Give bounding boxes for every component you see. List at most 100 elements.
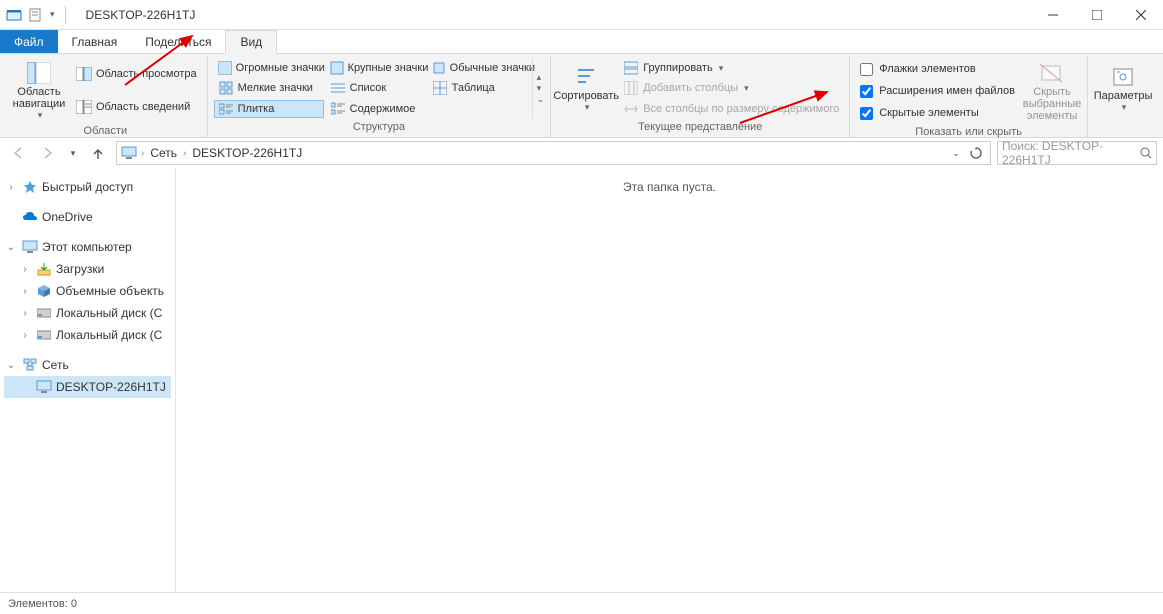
downloads-icon: [36, 261, 52, 277]
options-icon: [1109, 64, 1137, 90]
close-button[interactable]: [1119, 0, 1163, 30]
disk-icon: [36, 305, 52, 321]
group-label-layout: Структура: [214, 119, 545, 135]
navigation-pane-button[interactable]: Область навигации: [10, 58, 68, 123]
star-icon: [22, 179, 38, 195]
content-icon: [330, 101, 346, 117]
layout-tiles[interactable]: Плитка: [214, 100, 324, 118]
recent-dropdown[interactable]: ▾: [66, 141, 80, 165]
sort-icon: [572, 64, 600, 90]
expander-icon[interactable]: ›: [4, 182, 18, 193]
layout-large[interactable]: Крупные значки: [326, 59, 426, 77]
tab-home[interactable]: Главная: [58, 30, 132, 53]
ribbon: Область навигации Область просмотра Обла…: [0, 54, 1163, 138]
crumb-network[interactable]: Сеть: [148, 146, 179, 160]
layout-scroll-up[interactable]: ▴: [537, 72, 545, 83]
detailspane-icon: [76, 99, 92, 115]
size-columns-button[interactable]: Все столбцы по размеру содержимого: [619, 100, 843, 118]
tree-local-disk-c[interactable]: › Локальный диск (С: [4, 302, 171, 324]
tab-file[interactable]: Файл: [0, 30, 58, 53]
pc-icon: [36, 379, 52, 395]
maximize-button[interactable]: [1075, 0, 1119, 30]
crumb-sep[interactable]: ›: [141, 148, 144, 159]
tree-local-disk-d[interactable]: › Локальный диск (С: [4, 324, 171, 346]
layout-content[interactable]: Содержимое: [326, 100, 426, 118]
tree-quick-access[interactable]: › Быстрый доступ: [4, 176, 171, 198]
expander-icon[interactable]: ⌄: [4, 242, 18, 253]
checkbox-extensions-input[interactable]: [860, 85, 873, 98]
statusbar: Элементов: 0: [0, 592, 1163, 614]
tab-share[interactable]: Поделиться: [131, 30, 225, 53]
tiles-icon: [218, 101, 234, 117]
nav-sidebar: › Быстрый доступ OneDrive ⌄ Этот компьют…: [0, 168, 176, 592]
forward-button[interactable]: [36, 141, 60, 165]
options-button[interactable]: Параметры: [1094, 58, 1152, 119]
checkbox-hidden-input[interactable]: [860, 107, 873, 120]
titlebar: ▾ DESKTOP-226H1TJ: [0, 0, 1163, 30]
window-title: DESKTOP-226H1TJ: [86, 8, 196, 22]
back-button[interactable]: [6, 141, 30, 165]
qat-properties-icon[interactable]: [28, 7, 44, 23]
layout-expand[interactable]: ⌄: [537, 94, 545, 105]
expander-icon[interactable]: ›: [18, 308, 32, 319]
minimize-button[interactable]: [1031, 0, 1075, 30]
up-button[interactable]: [86, 141, 110, 165]
large-icon: [330, 60, 344, 76]
layout-small[interactable]: Мелкие значки: [214, 79, 324, 97]
expander-icon[interactable]: ›: [18, 330, 32, 341]
add-columns-button[interactable]: Добавить столбцы: [619, 79, 843, 97]
address-bar[interactable]: › Сеть › DESKTOP-226H1TJ ⌄: [116, 141, 991, 165]
huge-icon: [218, 60, 232, 76]
search-box[interactable]: Поиск: DESKTOP-226H1TJ: [997, 141, 1157, 165]
status-item-count: Элементов: 0: [8, 598, 77, 610]
ribbon-group-layout: Огромные значки Крупные значки Обычные з…: [208, 56, 552, 137]
checkbox-item-checkboxes[interactable]: Флажки элементов: [856, 62, 1019, 77]
sort-button[interactable]: Сортировать: [557, 58, 615, 119]
preview-pane-button[interactable]: Область просмотра: [72, 65, 201, 83]
ribbon-group-options: Параметры: [1088, 56, 1158, 137]
cube-icon: [36, 283, 52, 299]
layout-scroll-down[interactable]: ▾: [537, 83, 545, 94]
details-pane-button[interactable]: Область сведений: [72, 98, 201, 116]
ribbon-group-current: Сортировать Группировать Добавить столбц…: [551, 56, 850, 137]
navpane-icon: [25, 60, 53, 86]
crumb-sep[interactable]: ›: [183, 148, 186, 159]
addr-dropdown[interactable]: ⌄: [948, 143, 964, 163]
refresh-button[interactable]: [966, 143, 986, 163]
tab-view[interactable]: Вид: [225, 30, 277, 54]
tree-network[interactable]: ⌄ Сеть: [4, 354, 171, 376]
sizecol-icon: [623, 101, 639, 117]
checkbox-extensions[interactable]: Расширения имен файлов: [856, 84, 1019, 99]
disk-icon: [36, 327, 52, 343]
layout-medium[interactable]: Обычные значки: [428, 59, 528, 77]
med-icon: [432, 60, 446, 76]
layout-table[interactable]: Таблица: [428, 79, 528, 97]
group-icon: [623, 60, 639, 76]
expander-icon[interactable]: ⌄: [4, 360, 18, 371]
tree-network-host[interactable]: DESKTOP-226H1TJ: [4, 376, 171, 398]
qat-dropdown-icon[interactable]: ▾: [50, 9, 55, 20]
tree-3d-objects[interactable]: › Объемные объекть: [4, 280, 171, 302]
expander-icon[interactable]: ›: [18, 286, 32, 297]
tree-onedrive[interactable]: OneDrive: [4, 206, 171, 228]
checkbox-hidden[interactable]: Скрытые элементы: [856, 106, 1019, 121]
tree-this-pc[interactable]: ⌄ Этот компьютер: [4, 236, 171, 258]
crumb-host[interactable]: DESKTOP-226H1TJ: [190, 146, 304, 160]
table-icon: [432, 80, 448, 96]
layout-list[interactable]: Список: [326, 79, 426, 97]
hide-selected-button[interactable]: Скрыть выбранные элементы: [1023, 58, 1081, 124]
ribbon-group-panes: Область навигации Область просмотра Обла…: [4, 56, 208, 137]
search-icon: [1140, 147, 1152, 159]
empty-folder-message: Эта папка пуста.: [623, 180, 716, 194]
tree-downloads[interactable]: › Загрузки: [4, 258, 171, 280]
checkbox-item-checkboxes-input[interactable]: [860, 63, 873, 76]
pc-icon: [22, 239, 38, 255]
expander-icon[interactable]: ›: [18, 264, 32, 275]
address-row: ▾ › Сеть › DESKTOP-226H1TJ ⌄ Поиск: DESK…: [0, 138, 1163, 168]
small-icon: [218, 80, 234, 96]
group-by-button[interactable]: Группировать: [619, 59, 843, 77]
separator: [65, 6, 66, 24]
addcol-icon: [623, 80, 639, 96]
app-icon: [6, 7, 22, 23]
layout-huge[interactable]: Огромные значки: [214, 59, 324, 77]
